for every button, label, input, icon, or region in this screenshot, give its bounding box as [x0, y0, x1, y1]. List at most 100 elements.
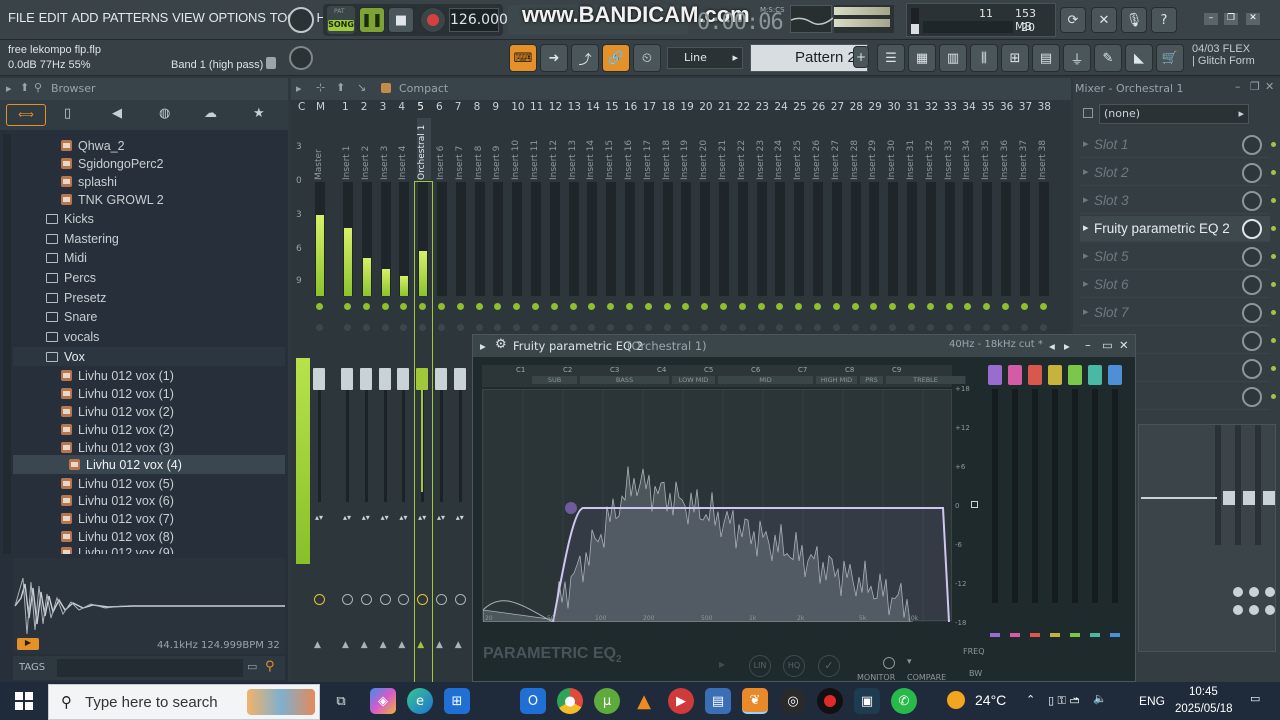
mute-led[interactable]	[381, 303, 389, 310]
mute-led[interactable]	[983, 303, 991, 310]
sample-icon[interactable]: ◣	[1125, 44, 1153, 72]
browser-up-icon[interactable]: ⬆	[20, 81, 29, 94]
fader-handle[interactable]	[341, 368, 353, 390]
list-item[interactable]: Livhu 012 vox (6)	[61, 491, 174, 510]
capture-icon[interactable]: ▣	[854, 688, 880, 714]
restore-icon[interactable]: ❐	[1224, 13, 1238, 25]
utorrent-icon[interactable]: μ	[594, 688, 620, 714]
track-name[interactable]: Insert 28	[850, 118, 864, 180]
list-item[interactable]: Livhu 012 vox (2)	[61, 420, 174, 439]
tags-folder-icon[interactable]: ▭	[247, 660, 257, 673]
solo-led[interactable]	[983, 324, 991, 331]
route-arrow-icon[interactable]: ▲	[342, 640, 349, 650]
eq-close-icon[interactable]: ✕	[1119, 338, 1129, 352]
list-item[interactable]: Livhu 012 vox (2)	[61, 402, 174, 421]
language-indicator[interactable]: ENG	[1139, 694, 1165, 708]
track-name[interactable]: Insert 13	[568, 118, 582, 180]
solo-led[interactable]	[663, 324, 671, 331]
slot-led[interactable]	[1271, 338, 1276, 343]
mixer-icon[interactable]: ⫼	[970, 44, 998, 72]
menu-view[interactable]: VIEW	[170, 10, 206, 25]
stereo-knob[interactable]	[398, 594, 410, 605]
track-name[interactable]: Insert 25	[793, 118, 807, 180]
pan-stepper[interactable]: ▴▾	[313, 512, 325, 536]
track-name[interactable]: Insert 34	[962, 118, 976, 180]
obs-icon[interactable]: ◎	[780, 688, 806, 714]
volume-icon[interactable]: 🔈	[1093, 692, 1107, 705]
stop-button[interactable]: ■	[388, 7, 414, 33]
stereo-knob[interactable]	[342, 594, 353, 605]
list-item[interactable]: TNK GROWL 2	[61, 190, 164, 209]
folder-item[interactable]: Snare	[46, 307, 97, 326]
pattern-add-button[interactable]: +	[853, 46, 869, 68]
route-arrow-icon[interactable]: ▲	[455, 640, 462, 650]
pan-stepper[interactable]: ▴▾	[379, 512, 391, 536]
mute-led[interactable]	[795, 303, 803, 310]
mute-led[interactable]	[926, 303, 934, 310]
eq-compare-button[interactable]: ▾	[907, 657, 919, 667]
track-name[interactable]: Insert 38	[1038, 118, 1052, 180]
mute-led[interactable]	[1002, 303, 1009, 310]
mute-led[interactable]	[889, 303, 897, 310]
pattern-selector[interactable]: Pattern 2	[750, 44, 868, 72]
eq-band-fader[interactable]	[1108, 365, 1122, 637]
track-name[interactable]: Insert 11	[530, 118, 544, 180]
slot-mix-knob[interactable]	[1242, 331, 1262, 351]
eq-knob[interactable]	[1265, 587, 1275, 597]
browser-tab-cloud-icon[interactable]: ☁	[204, 106, 217, 121]
copilot-icon[interactable]: ◈	[370, 688, 396, 714]
eq-band-label[interactable]: C1	[516, 366, 525, 374]
fader-handle[interactable]	[435, 368, 447, 390]
wrench-icon[interactable]: ✎	[1094, 44, 1122, 72]
solo-led[interactable]	[720, 324, 727, 331]
outlook-icon[interactable]: O	[520, 688, 546, 714]
solo-led[interactable]	[438, 324, 445, 331]
solo-led[interactable]	[644, 324, 652, 331]
mute-led[interactable]	[776, 303, 784, 310]
mixer-strip[interactable]: ▴▾ ▲	[453, 182, 470, 682]
slot-led[interactable]	[1271, 310, 1276, 315]
tray-chevron-icon[interactable]: ⌃	[1026, 693, 1035, 706]
slot-mix-knob[interactable]	[1242, 247, 1262, 267]
fl-studio-taskbar-icon[interactable]: ❦	[742, 688, 768, 714]
weather-text[interactable]: 24°C	[975, 692, 1006, 708]
pan-stepper[interactable]: ▴▾	[435, 512, 447, 536]
mute-led[interactable]	[964, 303, 972, 310]
mute-led[interactable]	[1039, 303, 1047, 310]
mute-led[interactable]	[870, 303, 878, 310]
media-player-icon[interactable]: ▶	[668, 688, 694, 714]
eq-monitor-knob[interactable]	[883, 657, 895, 669]
fader-handle[interactable]	[313, 368, 325, 390]
slot-led[interactable]	[1271, 394, 1276, 399]
solo-led[interactable]	[626, 324, 633, 331]
mute-led[interactable]	[344, 303, 351, 310]
solo-led[interactable]	[814, 324, 821, 331]
eq-gear-icon[interactable]: ⚙	[495, 337, 507, 352]
solo-led[interactable]	[362, 324, 370, 331]
input-select[interactable]: (none) ▸	[1099, 104, 1249, 124]
track-name[interactable]: Insert 20	[699, 118, 713, 180]
track-name[interactable]: Insert 32	[925, 118, 939, 180]
stereo-knob[interactable]	[417, 594, 429, 605]
eq-band-type-icon[interactable]	[1068, 365, 1082, 385]
mute-led[interactable]	[588, 303, 596, 310]
browser-scrollbar[interactable]	[3, 134, 11, 554]
mute-led[interactable]	[832, 303, 840, 310]
mute-led[interactable]	[908, 303, 915, 310]
volume-fader[interactable]	[440, 372, 443, 502]
folder-item[interactable]: Presetz	[46, 288, 106, 307]
folder-item[interactable]: Mastering	[46, 229, 119, 248]
slot-mix-knob[interactable]	[1242, 135, 1262, 155]
windows-start-icon[interactable]	[15, 692, 33, 710]
send-fader-handle[interactable]	[1263, 491, 1275, 505]
mute-led[interactable]	[456, 303, 464, 310]
eq-band-fader[interactable]	[1008, 365, 1022, 637]
track-name[interactable]: Insert 37	[1019, 118, 1033, 180]
track-name[interactable]: Insert 29	[868, 118, 882, 180]
pan-stepper[interactable]: ▴▾	[416, 512, 428, 536]
shop-icon[interactable]: 🛒	[1156, 44, 1184, 72]
route-arrow-icon[interactable]: ▲	[314, 640, 321, 650]
slot-mix-knob[interactable]	[1242, 163, 1262, 183]
eq-band-label[interactable]: C9	[892, 366, 901, 374]
fader-handle[interactable]	[453, 368, 466, 390]
